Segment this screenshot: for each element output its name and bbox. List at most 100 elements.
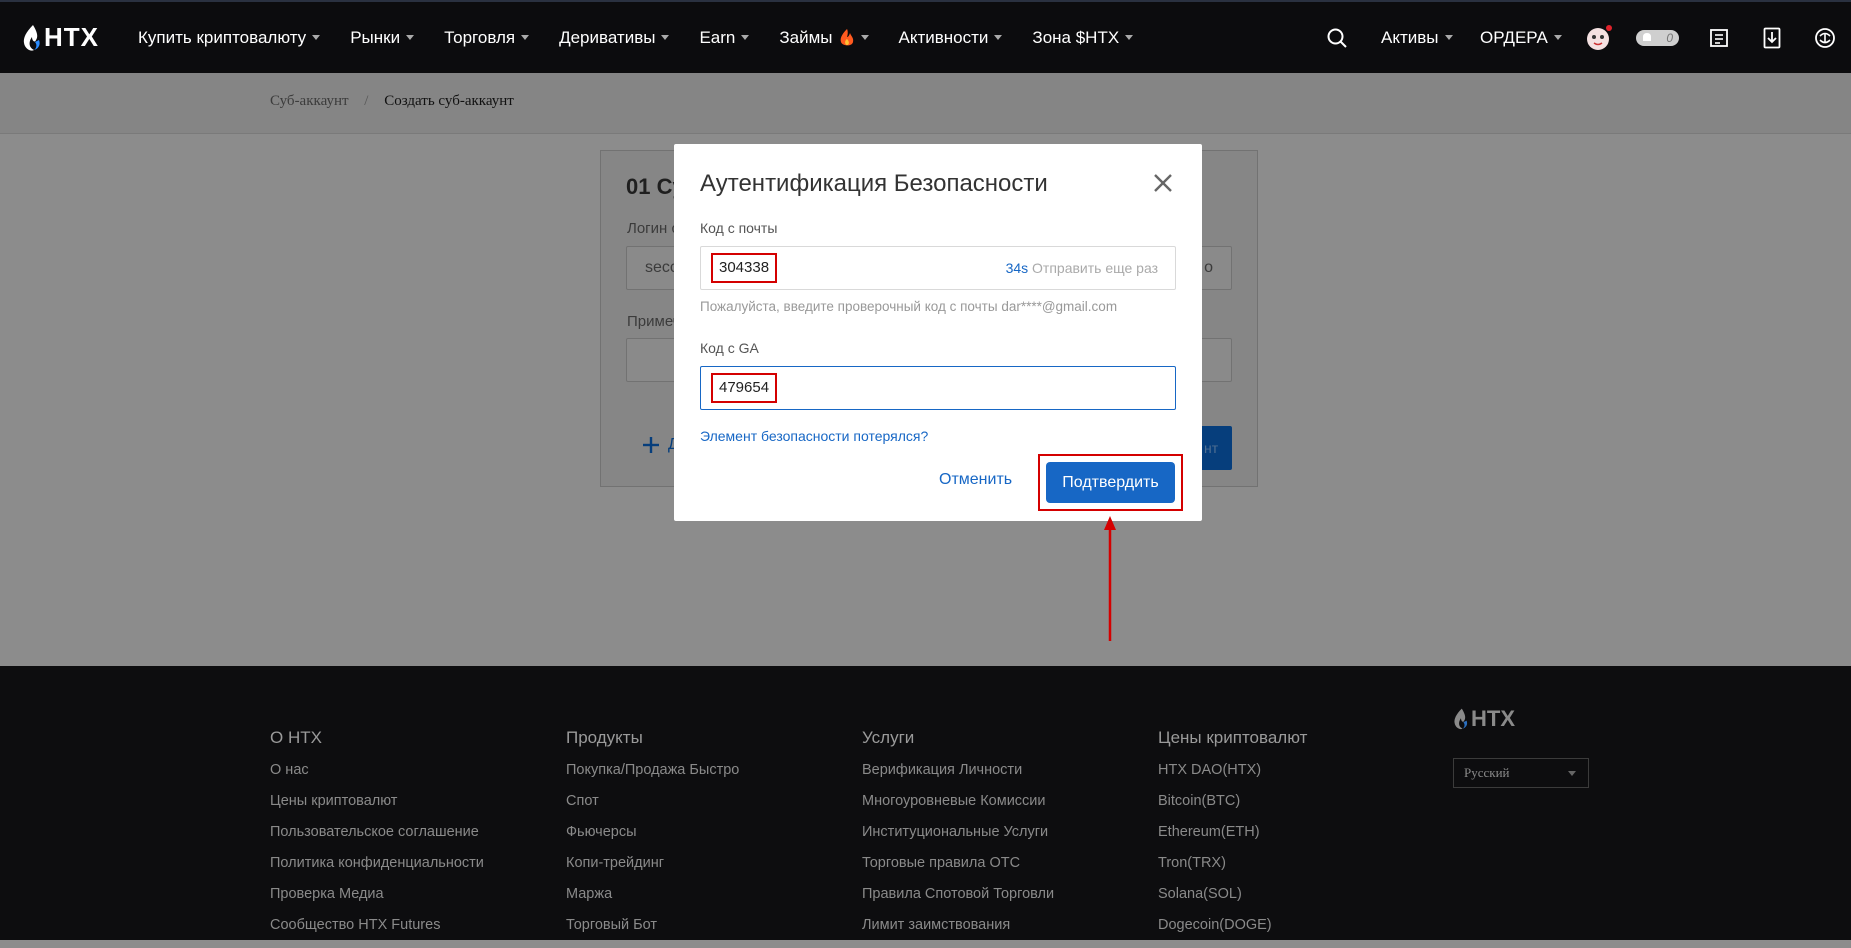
avatar[interactable] [1585, 2, 1613, 73]
footer-col-title: Цены криптовалют [1158, 728, 1308, 747]
footer-link[interactable]: Многоуровневые Комиссии [862, 793, 1054, 824]
caret-down-icon [1553, 35, 1562, 40]
htx-flame-icon [1454, 708, 1468, 730]
footer-link[interactable]: Лимит заимствования [862, 917, 1054, 948]
resend-label: Отправить еще раз [1032, 260, 1158, 276]
menu-earn[interactable]: Earn [699, 27, 750, 48]
menu-label: Торговля [444, 27, 516, 47]
download-button[interactable] [1763, 2, 1781, 73]
resend-code[interactable]: 34s Отправить еще раз [1006, 260, 1158, 276]
language-value: Русский [1464, 765, 1510, 780]
footer-link[interactable]: Пользовательское соглашение [270, 824, 484, 855]
ga-code-label: Код с GA [700, 340, 759, 356]
logo-text: HTX [44, 22, 99, 52]
breadcrumb-current: Создать суб-аккаунт [384, 93, 514, 109]
email-code-value: 304338 [711, 253, 778, 283]
assets-menu[interactable]: Активы [1381, 2, 1453, 73]
caret-down-icon [661, 35, 670, 40]
ga-code-value: 479654 [711, 373, 778, 403]
footer-link[interactable]: Покупка/Продажа Быстро [566, 762, 739, 793]
caret-down-icon [994, 35, 1003, 40]
menu-label: Купить криптовалюту [138, 27, 307, 47]
footer-link[interactable]: Правила Спотовой Торговли [862, 886, 1054, 917]
footer: О HTX О нас Цены криптовалют Пользовател… [0, 666, 1851, 940]
menu-htx-zone[interactable]: Зона $HTX [1032, 27, 1134, 48]
footer-link[interactable]: HTX DAO(HTX) [1158, 762, 1307, 793]
create-button-suffix: нт [1204, 440, 1219, 456]
breadcrumb-bar: Суб-аккаунт / Создать суб-аккаунт [0, 73, 1851, 134]
menu-loans[interactable]: Займы [779, 27, 869, 48]
email-code-input[interactable]: 304338 34s Отправить еще раз [700, 246, 1176, 290]
menu-label: Деривативы [559, 27, 656, 47]
caret-down-icon [521, 35, 530, 40]
footer-col-title: Продукты [566, 728, 643, 747]
breadcrumb-parent[interactable]: Суб-аккаунт [270, 93, 349, 109]
footer-link[interactable]: Спот [566, 793, 739, 824]
footer-link[interactable]: Цены криптовалют [270, 793, 484, 824]
menu-label: Активности [898, 27, 989, 47]
footer-col-title: О HTX [270, 728, 322, 747]
orders-label: ОРДЕРА [1480, 27, 1548, 47]
badge-count: 0 [1666, 30, 1673, 45]
login-suffix: о [1204, 259, 1213, 276]
footer-link[interactable]: Проверка Медиа [270, 886, 484, 917]
confirm-button[interactable]: Подтвердить [1046, 462, 1175, 503]
caret-down-icon [312, 35, 321, 40]
footer-link[interactable]: Маржа [566, 886, 739, 917]
footer-link[interactable]: Ethereum(ETH) [1158, 824, 1307, 855]
assets-label: Активы [1381, 27, 1439, 47]
caret-down-icon [1568, 771, 1576, 776]
footer-link[interactable]: Tron(TRX) [1158, 855, 1307, 886]
toggle-pill: 0 [1636, 29, 1679, 46]
lost-security-item-link[interactable]: Элемент безопасности потерялся? [700, 428, 928, 444]
ga-code-input[interactable]: 479654 [700, 366, 1176, 410]
avatar-icon [1587, 24, 1612, 50]
footer-logo-text: HTX [1471, 706, 1515, 731]
top-navbar: HTX Купить криптовалюту Рынки Торговля Д… [0, 0, 1851, 73]
resend-timer: 34s [1005, 260, 1029, 276]
htx-logo[interactable]: HTX [22, 22, 99, 53]
login-label: Логин с [627, 220, 679, 237]
menu-trade[interactable]: Торговля [444, 27, 530, 48]
email-code-label: Код с почты [700, 220, 778, 236]
menu-label: Займы [779, 27, 833, 47]
caret-down-icon [860, 35, 869, 40]
menu-activities[interactable]: Активности [899, 28, 1003, 48]
footer-col-prices: Цены криптовалют HTX DAO(HTX) Bitcoin(BT… [1158, 728, 1307, 948]
download-icon [1763, 27, 1781, 48]
footer-link[interactable]: Сообщество HTX Futures [270, 917, 484, 948]
footer-link[interactable]: Solana(SOL) [1158, 886, 1307, 917]
footer-link[interactable]: Dogecoin(DOGE) [1158, 917, 1307, 948]
footer-link[interactable]: О нас [270, 762, 484, 793]
footer-link[interactable]: Bitcoin(BTC) [1158, 793, 1307, 824]
footer-link[interactable]: Торговый Бот [566, 917, 739, 948]
notes-button[interactable] [1709, 2, 1729, 73]
search-button[interactable] [1327, 2, 1347, 73]
notes-icon [1710, 28, 1728, 47]
footer-link[interactable]: Институциональные Услуги [862, 824, 1054, 855]
bell-icon [1643, 32, 1651, 41]
fire-icon [840, 28, 853, 45]
language-globe-icon [1815, 27, 1835, 48]
footer-col-products: Продукты Покупка/Продажа Быстро Спот Фью… [566, 728, 739, 948]
htx-flame-icon [23, 24, 40, 51]
menu-buy-crypto[interactable]: Купить криптовалюту [138, 27, 321, 48]
language-button[interactable] [1814, 2, 1836, 73]
footer-link[interactable]: Политика конфиденциальности [270, 855, 484, 886]
menu-label: Рынки [350, 27, 401, 47]
menu-label: Зона $HTX [1032, 27, 1120, 47]
menu-label: Earn [699, 27, 736, 47]
close-icon[interactable] [1150, 170, 1176, 196]
notification-toggle[interactable]: 0 [1636, 2, 1679, 73]
cancel-button[interactable]: Отменить [939, 471, 1012, 489]
orders-menu[interactable]: ОРДЕРА [1480, 2, 1562, 73]
menu-markets[interactable]: Рынки [350, 27, 415, 48]
modal-title: Аутентификация Безопасности [700, 170, 1048, 197]
footer-link[interactable]: Торговые правила OTC [862, 855, 1054, 886]
menu-derivatives[interactable]: Деривативы [559, 27, 670, 48]
footer-link[interactable]: Фьючерсы [566, 824, 739, 855]
footer-logo: HTX [1453, 706, 1515, 732]
language-select[interactable]: Русский [1453, 758, 1589, 788]
footer-link[interactable]: Копи-трейдинг [566, 855, 739, 886]
footer-link[interactable]: Верификация Личности [862, 762, 1054, 793]
